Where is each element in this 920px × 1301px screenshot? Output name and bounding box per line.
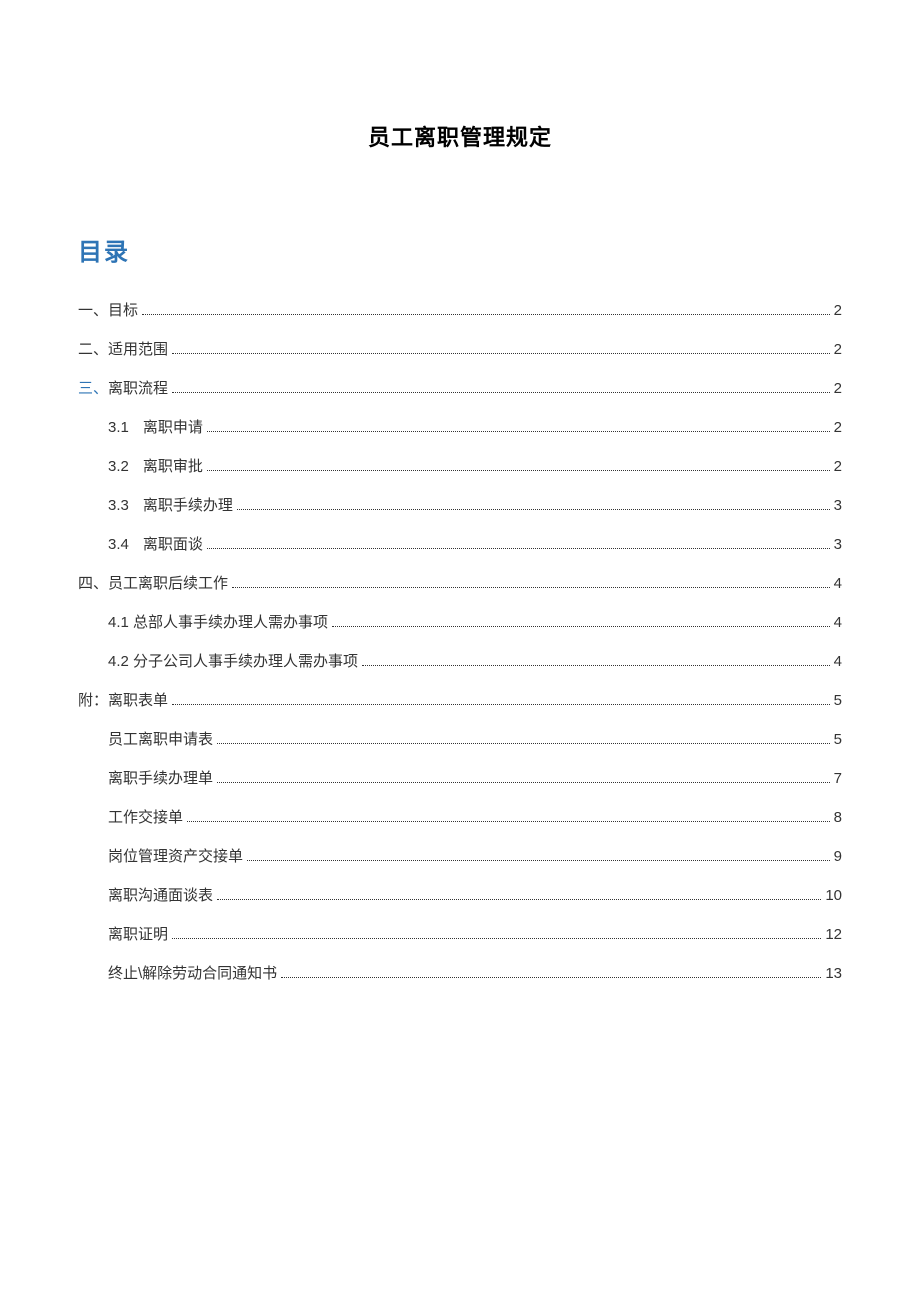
toc-page: 4 [834, 653, 842, 670]
toc-label: 一、目标 [78, 299, 138, 320]
toc-page: 2 [834, 419, 842, 436]
toc-num: 3.4 [108, 536, 129, 553]
toc-label-text: 离职申请 [143, 419, 203, 436]
toc-label: 3.2 离职审批 [108, 455, 203, 476]
toc-dots [217, 782, 830, 783]
toc-entry-5-1: 员工离职申请表 5 [78, 728, 842, 749]
toc-dots [207, 470, 830, 471]
toc-label-text: 离职面谈 [143, 536, 203, 553]
toc-entry-3-4: 3.4 离职面谈 3 [78, 533, 842, 554]
toc-entry-4: 四、员工离职后续工作 4 [78, 572, 842, 593]
toc-page: 2 [834, 341, 842, 358]
toc-dots [207, 431, 830, 432]
toc-dots [217, 743, 830, 744]
toc-entry-1: 一、目标 2 [78, 299, 842, 320]
toc-page: 9 [834, 848, 842, 865]
toc-entry-5: 附：离职表单 5 [78, 689, 842, 710]
toc-page: 8 [834, 809, 842, 826]
toc-page: 13 [825, 965, 842, 982]
toc-entry-4-2: 4.2 分子公司人事手续办理人需办事项 4 [78, 650, 842, 671]
toc-dots [362, 665, 830, 666]
toc-page: 10 [825, 887, 842, 904]
toc-page: 3 [834, 497, 842, 514]
toc-page: 4 [834, 614, 842, 631]
toc-entry-3-3: 3.3 离职手续办理 3 [78, 494, 842, 515]
toc-label: 3.3 离职手续办理 [108, 494, 233, 515]
toc-dots [172, 704, 830, 705]
toc-label: 3.4 离职面谈 [108, 533, 203, 554]
toc-num: 3.2 [108, 458, 129, 475]
toc-num: 3.1 [108, 419, 129, 436]
toc-page: 2 [834, 458, 842, 475]
toc-dots [247, 860, 830, 861]
toc-label: 离职证明 [108, 923, 168, 944]
toc-label: 四、员工离职后续工作 [78, 572, 228, 593]
toc-label-text: 离职流程 [108, 380, 168, 397]
toc-entry-3-1: 3.1 离职申请 2 [78, 416, 842, 437]
toc-entry-3-2: 3.2 离职审批 2 [78, 455, 842, 476]
toc-dots [142, 314, 830, 315]
toc-dots [332, 626, 830, 627]
toc-page: 2 [834, 380, 842, 397]
toc-page: 4 [834, 575, 842, 592]
toc-page: 2 [834, 302, 842, 319]
toc-label: 3.1 离职申请 [108, 416, 203, 437]
toc-label: 4.2 分子公司人事手续办理人需办事项 [108, 650, 358, 671]
toc-entry-5-4: 岗位管理资产交接单 9 [78, 845, 842, 866]
toc-label-prefix: 三、 [78, 380, 108, 397]
toc-label: 终止\解除劳动合同通知书 [108, 962, 277, 983]
toc-label-text: 离职手续办理 [143, 497, 233, 514]
toc-num: 3.3 [108, 497, 129, 514]
toc-page: 12 [825, 926, 842, 943]
toc-dots [172, 392, 830, 393]
toc-label: 离职手续办理单 [108, 767, 213, 788]
toc-dots [187, 821, 830, 822]
toc-entry-4-1: 4.1 总部人事手续办理人需办事项 4 [78, 611, 842, 632]
toc-entry-2: 二、适用范围 2 [78, 338, 842, 359]
toc-entry-5-3: 工作交接单 8 [78, 806, 842, 827]
toc-label: 员工离职申请表 [108, 728, 213, 749]
toc-entry-3: 三、离职流程 2 [78, 377, 842, 398]
toc-label: 岗位管理资产交接单 [108, 845, 243, 866]
toc-dots [237, 509, 830, 510]
toc-label: 工作交接单 [108, 806, 183, 827]
toc-entry-5-2: 离职手续办理单 7 [78, 767, 842, 788]
toc-entry-5-5: 离职沟通面谈表 10 [78, 884, 842, 905]
toc-dots [217, 899, 821, 900]
toc-page: 5 [834, 692, 842, 709]
toc-label: 二、适用范围 [78, 338, 168, 359]
toc-label: 附：离职表单 [78, 689, 168, 710]
toc-page: 7 [834, 770, 842, 787]
toc-dots [172, 353, 830, 354]
toc-entry-5-7: 终止\解除劳动合同通知书 13 [78, 962, 842, 983]
toc-heading: 目录 [78, 232, 842, 267]
toc-dots [207, 548, 830, 549]
toc-dots [172, 938, 821, 939]
document-title: 员工离职管理规定 [78, 120, 842, 152]
toc-label: 三、离职流程 [78, 377, 168, 398]
toc-page: 3 [834, 536, 842, 553]
toc-label: 4.1 总部人事手续办理人需办事项 [108, 611, 328, 632]
toc-page: 5 [834, 731, 842, 748]
toc-dots [281, 977, 821, 978]
toc-entry-5-6: 离职证明 12 [78, 923, 842, 944]
toc-label: 离职沟通面谈表 [108, 884, 213, 905]
toc-label-text: 离职审批 [143, 458, 203, 475]
toc-dots [232, 587, 830, 588]
